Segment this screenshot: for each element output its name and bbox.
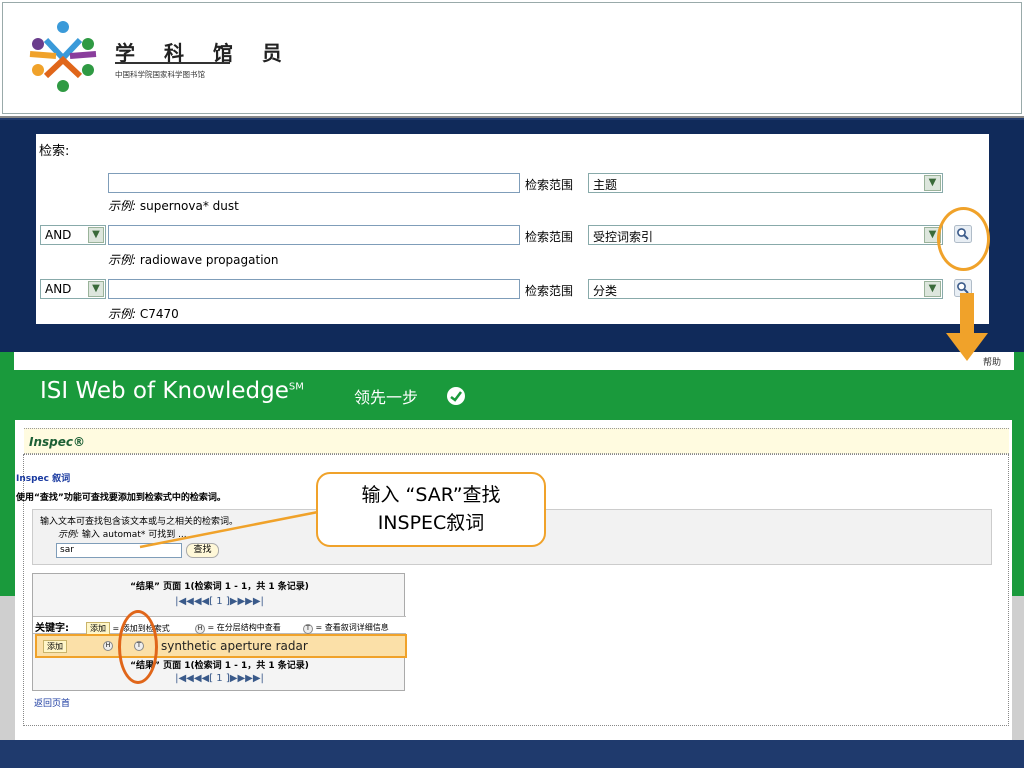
results-header: “结果” 页面 1(检索词 1 - 1，共 1 条记录) [130, 582, 309, 592]
search-input-2[interactable] [108, 225, 520, 245]
find-example: 示例: 输入 automat* 可找到 ... [58, 530, 187, 540]
chevron-down-icon: ▼ [88, 227, 104, 243]
legend-details: T = 查看叙词详细信息 [303, 622, 389, 634]
scope-label: 检索范围 [525, 284, 574, 298]
results-pager-bottom[interactable]: |◀◀◀◀[ 1 ]▶▶▶▶| [33, 673, 406, 684]
results-pager[interactable]: |◀◀◀◀[ 1 ]▶▶▶▶| [33, 596, 406, 607]
chevron-down-icon: ▼ [88, 281, 104, 297]
result-row: 添加 H T synthetic aperture radar [35, 634, 407, 658]
legend-hierarchy: H = 在分层结构中查看 [195, 622, 281, 634]
slide-footer [0, 740, 1024, 768]
search-example-3: 示例: C7470 [108, 307, 179, 321]
operator-select-3[interactable]: AND ▼ [40, 279, 106, 299]
hierarchy-icon[interactable]: H [103, 641, 113, 651]
go-arrow-icon [447, 387, 465, 405]
isi-title: ISI Web of KnowledgeSM [40, 378, 304, 404]
advanced-search-form: 检索: 检索范围 主题 ▼ 示例: supernova* dust AND ▼ 检索… [36, 134, 989, 324]
scope-select-2[interactable]: 受控词索引 ▼ [588, 225, 943, 245]
keyword-legend-row: 关键字: 添加 = 添加到检索式 H = 在分层结构中查看 T = 查看叙词详细… [33, 616, 406, 635]
highlight-circle [937, 207, 990, 271]
term-text: synthetic aperture radar [161, 639, 308, 653]
search-example-1: 示例: supernova* dust [108, 199, 239, 213]
search-input-3[interactable] [108, 279, 520, 299]
search-label: 检索: [39, 144, 70, 159]
details-icon: T [303, 624, 313, 634]
hierarchy-icon: H [195, 624, 205, 634]
callout-line-1: 输入 “SAR”查找 [361, 484, 501, 506]
scope-label: 检索范围 [525, 178, 574, 192]
thesaurus-description: 使用“查找”功能可查找要添加到检索式中的检索词。 [16, 493, 226, 503]
isi-topbar [14, 352, 1014, 370]
keyword-label: 关键字: [35, 623, 69, 634]
logo-subtitle: 中国科学院国家科学图书馆 [115, 70, 205, 79]
results-footer: “结果” 页面 1(检索词 1 - 1，共 1 条记录) [130, 661, 309, 671]
find-input[interactable]: sar [56, 543, 182, 558]
find-hint: 输入文本可查找包含该文本或与之相关的检索词。 [40, 517, 239, 527]
inspec-section-bar: Inspec® [24, 428, 1009, 454]
add-button[interactable]: 添加 [43, 640, 67, 653]
thesaurus-title: Inspec 叙词 [16, 474, 71, 484]
scope-select-3[interactable]: 分类 ▼ [588, 279, 943, 299]
down-arrow-icon [946, 293, 988, 361]
search-example-2: 示例: radiowave propagation [108, 253, 279, 267]
library-logo-icon [29, 21, 97, 92]
search-row-2: AND ▼ 检索范围 受控词索引 ▼ [36, 223, 989, 247]
chevron-down-icon: ▼ [924, 281, 941, 297]
search-row-3: AND ▼ 检索范围 分类 ▼ [36, 277, 989, 301]
search-input-1[interactable] [108, 173, 520, 193]
chevron-down-icon: ▼ [924, 175, 941, 191]
operator-select-2[interactable]: AND ▼ [40, 225, 106, 245]
callout-line-2: INSPEC叙词 [377, 512, 485, 534]
search-row-1: 检索范围 主题 ▼ [36, 171, 989, 195]
find-button[interactable]: 查找 [186, 543, 219, 558]
results-panel: “结果” 页面 1(检索词 1 - 1，共 1 条记录) |◀◀◀◀[ 1 ]▶… [32, 573, 406, 691]
logo-divider [115, 62, 230, 64]
callout-box: 输入 “SAR”查找 INSPEC叙词 [316, 472, 546, 547]
isi-slogan: 领先一步 [354, 388, 419, 407]
scope-select-1[interactable]: 主题 ▼ [588, 173, 943, 193]
highlight-circle [118, 610, 158, 684]
slide-header: 学 科 馆 员 中国科学院国家科学图书馆 [0, 0, 1024, 118]
back-to-top-link[interactable]: 返回页首 [34, 696, 70, 709]
scope-label: 检索范围 [525, 230, 574, 244]
